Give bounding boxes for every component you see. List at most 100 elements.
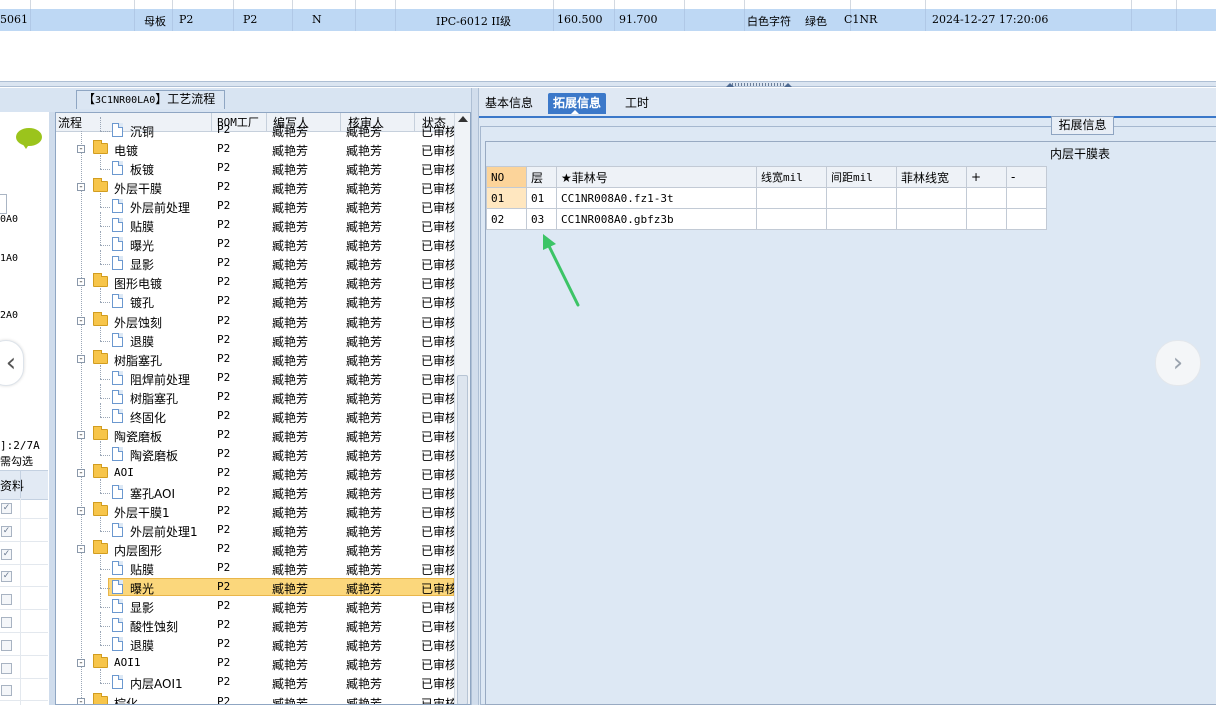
tree-row[interactable]: - AOI1 P2 臧艳芳 臧艳芳 已审核: [56, 654, 454, 673]
tree-row[interactable]: 显影 P2 臧艳芳 臧艳芳 已审核: [56, 593, 454, 616]
tree-row[interactable]: - 外层干膜1 P2 臧艳芳 臧艳芳 已审核: [56, 502, 454, 521]
tree-row[interactable]: 贴膜 P2 臧艳芳 臧艳芳 已审核: [56, 212, 454, 235]
horizontal-splitter[interactable]: [0, 81, 1216, 87]
tree-row[interactable]: - 外层干膜 P2 臧艳芳 臧艳芳 已审核: [56, 178, 454, 197]
row-checkbox[interactable]: [1, 617, 12, 628]
collapse-toggle-icon[interactable]: -: [77, 545, 85, 554]
collapse-toggle-icon[interactable]: -: [77, 354, 85, 363]
collapse-toggle-icon[interactable]: -: [77, 430, 85, 439]
tree-row[interactable]: - 树脂塞孔 P2 臧艳芳 臧艳芳 已审核: [56, 349, 454, 369]
tree-row[interactable]: 退膜 P2 臧艳芳 臧艳芳 已审核: [56, 631, 454, 654]
collapse-toggle-icon[interactable]: -: [77, 278, 85, 287]
collapse-toggle-icon[interactable]: -: [77, 468, 85, 477]
collapse-toggle-icon[interactable]: -: [77, 183, 85, 192]
left-input-stub[interactable]: [0, 194, 7, 214]
splitter-up-icon[interactable]: [726, 83, 734, 87]
process-tree-tab[interactable]: 【3C1NR00LA0】工艺流程: [76, 90, 225, 109]
layers-cell-no[interactable]: 02: [486, 208, 527, 230]
layers-cell-film_width[interactable]: [896, 187, 967, 209]
tab-basic-info[interactable]: 基本信息: [480, 93, 538, 114]
row-checkbox[interactable]: [1, 685, 12, 697]
tree-row[interactable]: 外层前处理1 P2 臧艳芳 臧艳芳 已审核: [56, 517, 454, 540]
layers-header-2[interactable]: ★菲林号: [556, 166, 757, 188]
table-row[interactable]: 01 01 CC1NR008A0.fz1-3t: [486, 187, 1047, 209]
tree-row[interactable]: 退膜 P2 臧艳芳 臧艳芳 已审核: [56, 326, 454, 350]
layers-header-0[interactable]: NO: [486, 166, 527, 188]
splitter-up-icon[interactable]: [784, 83, 792, 87]
layers-cell-spacing[interactable]: [826, 187, 897, 209]
tree-row[interactable]: 陶瓷磨板 P2 臧艳芳 臧艳芳 已审核: [56, 440, 454, 464]
tree-row[interactable]: 终固化 P2 臧艳芳 臧艳芳 已审核: [56, 402, 454, 426]
row-checkbox[interactable]: [1, 639, 12, 651]
tree-row[interactable]: 板镀 P2 臧艳芳 臧艳芳 已审核: [56, 155, 454, 178]
layers-cell-film[interactable]: CC1NR008A0.fz1-3t: [556, 187, 757, 209]
tree-row[interactable]: 沉铜 P2 臧艳芳 臧艳芳 已审核: [56, 117, 454, 140]
collapse-toggle-icon[interactable]: -: [77, 316, 85, 325]
tree-tab-suffix: 】工艺流程: [155, 92, 216, 106]
layers-cell-spacing[interactable]: [826, 208, 897, 230]
layers-cell-no[interactable]: 01: [486, 187, 527, 209]
splitter-grip[interactable]: [732, 83, 786, 86]
tree-cell-bom: P2: [217, 465, 231, 479]
layers-cell-film[interactable]: CC1NR008A0.gbfz3b: [556, 208, 757, 230]
layers-cell-plus[interactable]: [966, 187, 1007, 209]
layers-header-6[interactable]: +: [966, 166, 1007, 188]
layers-cell-width[interactable]: [756, 187, 827, 209]
row-checkbox[interactable]: ✓: [1, 503, 12, 514]
layers-header-1[interactable]: 层: [526, 166, 557, 188]
row-checkbox[interactable]: ✓: [1, 525, 12, 537]
tree-cell-status: 已审核: [421, 410, 454, 425]
tree-cell-status: 已审核: [421, 144, 454, 159]
layers-cell-layer[interactable]: 01: [526, 187, 557, 209]
tree-row[interactable]: 曝光 P2 臧艳芳 臧艳芳 已审核: [56, 574, 454, 597]
tree-row[interactable]: 酸性蚀刻 P2 臧艳芳 臧艳芳 已审核: [56, 612, 454, 635]
tree-row[interactable]: - 电镀 P2 臧艳芳 臧艳芳 已审核: [56, 140, 454, 159]
layers-header-3[interactable]: 线宽mil: [756, 166, 827, 188]
row-checkbox[interactable]: [1, 594, 12, 606]
layers-header-7[interactable]: -: [1006, 166, 1047, 188]
selected-order-row[interactable]: 5061 母板 P2 P2 N IPC-6012 II级 160.500 91.700 白色字符…: [0, 9, 1216, 32]
row-divider: [0, 563, 48, 565]
tree-row[interactable]: 镀孔 P2 臧艳芳 臧艳芳 已审核: [56, 288, 454, 311]
layers-cell-film_width[interactable]: [896, 208, 967, 230]
tree-row[interactable]: 外层前处理 P2 臧艳芳 臧艳芳 已审核: [56, 193, 454, 216]
layers-cell-minus[interactable]: [1006, 208, 1047, 230]
layers-header-4[interactable]: 间距mil: [826, 166, 897, 188]
collapse-toggle-icon[interactable]: -: [77, 145, 85, 154]
tree-row[interactable]: 塞孔AOI P2 臧艳芳 臧艳芳 已审核: [56, 478, 454, 502]
layers-cell-width[interactable]: [756, 208, 827, 230]
tree-row[interactable]: - 内层图形 P2 臧艳芳 臧艳芳 已审核: [56, 540, 454, 559]
tree-row[interactable]: - 外层蚀刻 P2 臧艳芳 臧艳芳 已审核: [56, 311, 454, 331]
tree-guide-line: [100, 555, 101, 570]
next-page-button[interactable]: ›: [1155, 340, 1201, 386]
layers-cell-minus[interactable]: [1006, 187, 1047, 209]
layers-header-5[interactable]: 菲林线宽: [896, 166, 967, 188]
collapse-toggle-icon[interactable]: -: [77, 697, 85, 704]
tree-row[interactable]: - 棕化 P2 臧艳芳 臧艳芳 已审核: [56, 692, 454, 704]
tree-row[interactable]: - 图形电镀 P2 臧艳芳 臧艳芳 已审核: [56, 273, 454, 292]
tree-row[interactable]: 曝光 P2 臧艳芳 臧艳芳 已审核: [56, 231, 454, 254]
collapse-toggle-icon[interactable]: -: [77, 507, 85, 516]
scroll-up-icon[interactable]: [458, 116, 468, 122]
tree-cell-reviewer: 臧艳芳: [346, 582, 383, 597]
inner-dry-film-table-title: 内层干膜表: [1050, 147, 1111, 161]
tree-row[interactable]: - AOI P2 臧艳芳 臧艳芳 已审核: [56, 463, 454, 483]
collapse-toggle-icon[interactable]: -: [77, 659, 85, 668]
tree-cell-status: 已审核: [421, 639, 454, 654]
tree-row[interactable]: 贴膜 P2 臧艳芳 臧艳芳 已审核: [56, 555, 454, 578]
layers-cell-plus[interactable]: [966, 208, 1007, 230]
vertical-splitter[interactable]: [471, 88, 479, 705]
row-checkbox[interactable]: [1, 662, 12, 674]
tree-row[interactable]: 显影 P2 臧艳芳 臧艳芳 已审核: [56, 250, 454, 273]
layers-cell-layer[interactable]: 03: [526, 208, 557, 230]
tree-row[interactable]: 内层AOI1 P2 臧艳芳 臧艳芳 已审核: [56, 669, 454, 692]
scroll-thumb[interactable]: [457, 375, 468, 704]
row-checkbox[interactable]: ✓: [1, 571, 12, 583]
tab-work-hours[interactable]: 工时: [620, 93, 654, 114]
table-row[interactable]: 02 03 CC1NR008A0.gbfz3b: [486, 208, 1047, 230]
tree-row[interactable]: 阻焊前处理 P2 臧艳芳 臧艳芳 已审核: [56, 364, 454, 388]
tree-row[interactable]: 树脂塞孔 P2 臧艳芳 臧艳芳 已审核: [56, 383, 454, 407]
row-checkbox[interactable]: ✓: [1, 548, 12, 560]
tree-row[interactable]: - 陶瓷磨板 P2 臧艳芳 臧艳芳 已审核: [56, 425, 454, 445]
tree-vertical-scrollbar[interactable]: [454, 113, 470, 704]
